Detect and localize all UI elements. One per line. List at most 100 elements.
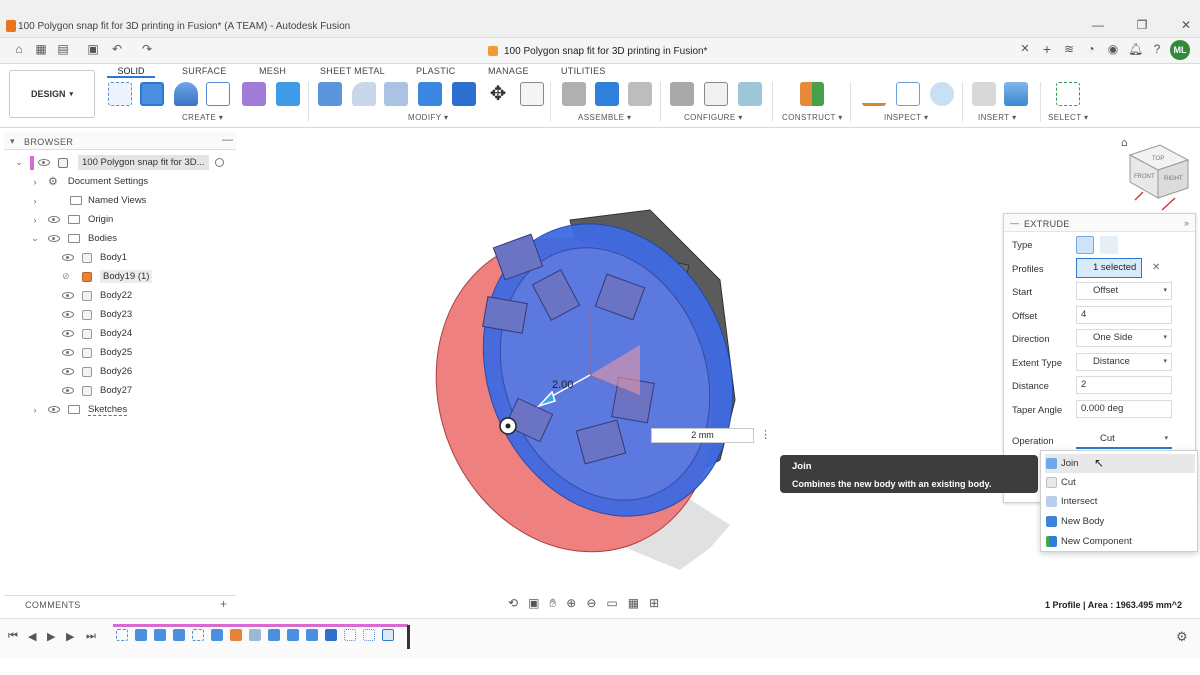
visibility-eye-icon[interactable] bbox=[38, 159, 50, 166]
chevron-right-icon[interactable]: › bbox=[30, 177, 40, 187]
combine-icon[interactable] bbox=[452, 82, 476, 106]
menu-item-new-body[interactable]: New Body bbox=[1045, 512, 1195, 531]
measure-icon[interactable] bbox=[862, 82, 886, 106]
new-component-icon[interactable] bbox=[595, 82, 619, 106]
browser-item-body[interactable]: Body26 bbox=[14, 362, 236, 381]
timeline-next-icon[interactable]: ▶ bbox=[66, 630, 74, 643]
visibility-eye-icon[interactable] bbox=[62, 349, 74, 356]
browser-item-origin[interactable]: › Origin bbox=[14, 210, 236, 229]
browser-root-node[interactable]: ⌄ 100 Polygon snap fit for 3D... bbox=[14, 153, 236, 172]
timeline-playhead[interactable] bbox=[407, 625, 410, 649]
parameters-icon[interactable] bbox=[520, 82, 544, 106]
configure-menu[interactable]: CONFIGURE ▾ bbox=[684, 113, 743, 122]
offset-input[interactable]: 4 bbox=[1076, 306, 1172, 324]
pattern-feature-icon[interactable] bbox=[363, 629, 375, 641]
insert-menu[interactable]: INSERT ▾ bbox=[978, 113, 1017, 122]
online-icon[interactable]: ◉ bbox=[1106, 42, 1120, 56]
menu-item-join[interactable]: Join bbox=[1045, 454, 1195, 473]
move-icon[interactable]: ✥ bbox=[486, 82, 510, 106]
joint-icon[interactable] bbox=[562, 82, 586, 106]
timeline-prev-icon[interactable]: ◀ bbox=[28, 630, 36, 643]
look-at-icon[interactable]: ▣ bbox=[528, 596, 539, 611]
extrude-feature-icon[interactable] bbox=[268, 629, 280, 641]
profiles-select-button[interactable]: 1 selected bbox=[1076, 258, 1142, 278]
construct-menu[interactable]: CONSTRUCT ▾ bbox=[782, 113, 843, 122]
create-menu[interactable]: CREATE ▾ bbox=[182, 113, 223, 122]
extrude-feature-icon[interactable] bbox=[154, 629, 166, 641]
extrude-feature-icon[interactable] bbox=[306, 629, 318, 641]
offset-plane-icon[interactable] bbox=[800, 82, 824, 106]
pattern-feature-icon[interactable] bbox=[344, 629, 356, 641]
visibility-eye-icon[interactable] bbox=[62, 311, 74, 318]
tab-plastic[interactable]: PLASTIC bbox=[416, 66, 456, 76]
visibility-eye-icon[interactable] bbox=[62, 387, 74, 394]
chevron-down-icon[interactable]: ⌄ bbox=[30, 233, 40, 244]
viewcube[interactable]: TOP FRONT RIGHT bbox=[1128, 144, 1190, 211]
user-avatar[interactable]: ML bbox=[1170, 40, 1190, 60]
tab-sheet-metal[interactable]: SHEET METAL bbox=[320, 66, 385, 76]
notifications-icon[interactable]: 🔔︎ bbox=[1128, 42, 1143, 56]
extrude-feature-icon[interactable] bbox=[211, 629, 223, 641]
extensions-icon[interactable]: ≋ bbox=[1062, 42, 1076, 56]
home-icon[interactable]: ⌂ bbox=[12, 42, 26, 56]
visibility-eye-icon[interactable] bbox=[48, 235, 60, 242]
type-thin-button[interactable] bbox=[1100, 236, 1118, 254]
minimize-icon[interactable]: — bbox=[1088, 18, 1108, 32]
viewports-icon[interactable]: ⊞ bbox=[649, 596, 659, 611]
grid-settings-icon[interactable]: ▦ bbox=[628, 596, 639, 611]
clear-selection-icon[interactable]: ✕ bbox=[1152, 262, 1160, 273]
workspace-switcher-button[interactable]: DESIGN ▾ bbox=[9, 70, 95, 118]
create-sketch-icon[interactable] bbox=[108, 82, 132, 106]
interference-icon[interactable] bbox=[896, 82, 920, 106]
hidden-eye-icon[interactable]: ⊘ bbox=[62, 271, 74, 282]
configure-icon[interactable] bbox=[670, 82, 694, 106]
close-window-icon[interactable]: ✕ bbox=[1176, 18, 1196, 32]
direction-dropdown[interactable]: One Side ▾ bbox=[1076, 329, 1172, 347]
collapse-icon[interactable]: — bbox=[1010, 218, 1019, 228]
tab-utilities[interactable]: UTILITIES bbox=[561, 66, 606, 76]
menu-item-cut[interactable]: Cut bbox=[1045, 473, 1195, 492]
fillet-feature-icon[interactable] bbox=[230, 629, 242, 641]
browser-item-body[interactable]: Body27 bbox=[14, 381, 236, 400]
start-dropdown[interactable]: Offset ▾ bbox=[1076, 282, 1172, 300]
chevron-down-icon[interactable]: ⌄ bbox=[14, 157, 24, 168]
grid-apps-icon[interactable]: ▦ bbox=[34, 42, 48, 56]
menu-item-new-component[interactable]: New Component bbox=[1045, 532, 1195, 551]
tab-mesh[interactable]: MESH bbox=[259, 66, 286, 76]
select-icon[interactable] bbox=[1056, 82, 1080, 106]
split-feature-icon[interactable] bbox=[249, 629, 261, 641]
chevron-right-icon[interactable]: › bbox=[30, 405, 40, 415]
distance-input[interactable]: 2 bbox=[1076, 376, 1172, 394]
menu-item-intersect[interactable]: Intersect bbox=[1045, 492, 1195, 511]
sweep-icon[interactable] bbox=[206, 82, 230, 106]
combine-feature-icon[interactable] bbox=[325, 629, 337, 641]
visibility-eye-icon[interactable] bbox=[62, 368, 74, 375]
fit-icon[interactable]: ⊖ bbox=[586, 596, 596, 611]
select-menu[interactable]: SELECT ▾ bbox=[1048, 113, 1088, 122]
add-comment-icon[interactable]: + bbox=[220, 597, 227, 611]
pan-icon[interactable]: ✋︎ bbox=[549, 596, 556, 611]
browser-item-body[interactable]: Body22 bbox=[14, 286, 236, 305]
chamfer-icon[interactable] bbox=[384, 82, 408, 106]
create-form-icon[interactable] bbox=[242, 82, 266, 106]
configure-theme-icon[interactable] bbox=[738, 82, 762, 106]
visibility-eye-icon[interactable] bbox=[48, 216, 60, 223]
orbit-icon[interactable]: ⟲ bbox=[508, 596, 518, 611]
extrude-feature-icon[interactable] bbox=[173, 629, 185, 641]
visibility-eye-icon[interactable] bbox=[62, 330, 74, 337]
type-solid-button[interactable] bbox=[1076, 236, 1094, 254]
extrude-feature-icon[interactable] bbox=[287, 629, 299, 641]
active-sketch-feature-icon[interactable] bbox=[382, 629, 394, 641]
box-icon[interactable] bbox=[276, 82, 300, 106]
sketch-feature-icon[interactable] bbox=[192, 629, 204, 641]
timeline-end-icon[interactable]: ⏭︎ bbox=[86, 630, 96, 643]
modify-menu[interactable]: MODIFY ▾ bbox=[408, 113, 448, 122]
tab-surface[interactable]: SURFACE bbox=[182, 66, 227, 76]
undo-icon[interactable]: ↶ bbox=[110, 42, 124, 56]
redo-icon[interactable]: ↷ bbox=[140, 42, 154, 56]
tab-manage[interactable]: MANAGE bbox=[488, 66, 529, 76]
chevron-right-icon[interactable]: › bbox=[30, 215, 40, 225]
browser-item-document-settings[interactable]: › ⚙ Document Settings bbox=[14, 172, 236, 191]
browser-item-body[interactable]: Body24 bbox=[14, 324, 236, 343]
extent-type-dropdown[interactable]: Distance ▾ bbox=[1076, 353, 1172, 371]
